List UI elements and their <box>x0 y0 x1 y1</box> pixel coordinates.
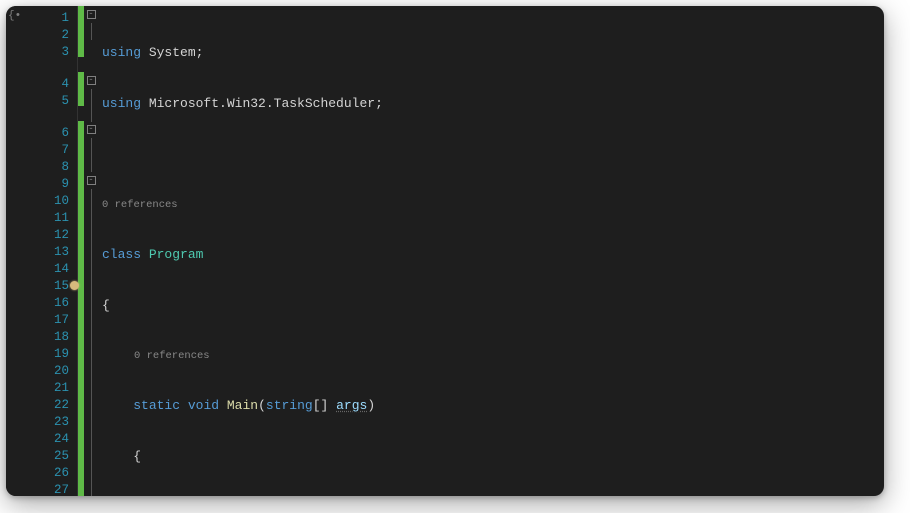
collapse-toggle-icon[interactable]: - <box>87 10 96 19</box>
code-line[interactable]: { <box>102 448 876 465</box>
left-margin-glyph: {• <box>8 6 20 496</box>
code-editor[interactable]: {• 1 2 3 4 5 6 7 8 9 10 11 12 13 14 15 1… <box>6 6 884 496</box>
collapse-toggle-icon[interactable]: - <box>87 125 96 134</box>
code-line[interactable]: { <box>102 297 876 314</box>
code-line[interactable]: static void Main(string[] args) <box>102 397 876 414</box>
outline-collapse-bar[interactable]: - - - - <box>84 6 98 496</box>
codelens-references[interactable]: 0 references <box>102 348 876 363</box>
code-line[interactable]: using System; <box>102 44 876 61</box>
collapse-toggle-icon[interactable]: - <box>87 176 96 185</box>
code-line[interactable]: using Microsoft.Win32.TaskScheduler; <box>102 95 876 112</box>
code-body[interactable]: using System; using Microsoft.Win32.Task… <box>98 6 884 496</box>
fold-glyph: {• <box>8 10 21 22</box>
collapse-toggle-icon[interactable]: - <box>87 76 96 85</box>
line-number: 15 <box>10 278 69 295</box>
code-line[interactable] <box>102 146 876 163</box>
code-line[interactable]: class Program <box>102 246 876 263</box>
codelens-references[interactable]: 0 references <box>102 197 876 212</box>
